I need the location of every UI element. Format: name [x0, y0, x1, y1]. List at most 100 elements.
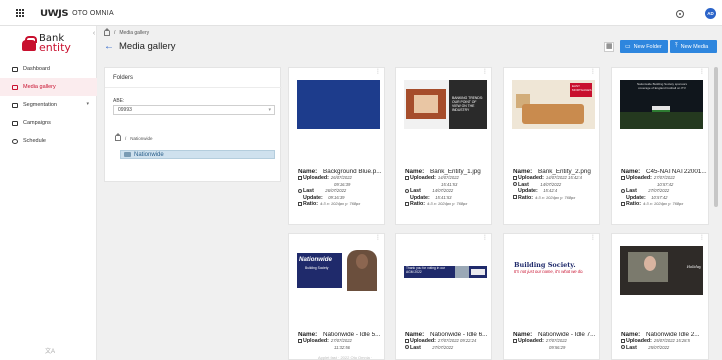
clock-icon — [298, 188, 302, 193]
calendar-icon — [405, 176, 409, 180]
more-options-icon[interactable]: ⋮ — [482, 69, 488, 75]
brand: UWJS OTO OMNIA — [40, 8, 114, 19]
breadcrumb-current: Media gallery — [119, 30, 150, 36]
clock-icon — [12, 138, 18, 144]
folders-panel: Folders ABE: 09993 ▾ / Nationwide Nation… — [104, 67, 282, 182]
clock-icon — [621, 345, 625, 350]
piggy-bank-icon — [22, 36, 37, 51]
brand-name: OTO OMNIA — [72, 10, 114, 17]
translate-icon[interactable]: 文A — [45, 346, 55, 355]
bank-entity-logo[interactable]: Bank entity — [22, 34, 82, 56]
new-media-button[interactable]: ⤒ New Media — [670, 40, 717, 53]
clock-icon — [405, 188, 409, 193]
abe-select[interactable]: 09993 ▾ — [113, 105, 275, 115]
media-meta: Name: Bank_Entity_1.jpg Uploaded: 14/07/2… — [405, 169, 481, 208]
new-folder-label: New Folder — [633, 43, 662, 50]
media-card[interactable]: ⋮ EASY MORTGAGES Name: Bank_Entity_2.png… — [503, 67, 600, 225]
sidebar-item-dashboard[interactable]: Dashboard — [0, 60, 97, 78]
back-arrow-icon[interactable]: ← — [104, 41, 114, 52]
more-options-icon[interactable]: ⋮ — [590, 69, 596, 75]
upload-icon: ⤒ — [675, 43, 678, 49]
media-card[interactable]: ⋮ Nationwide Building Society Name: Nati… — [288, 233, 385, 360]
media-thumbnail[interactable]: BANKING TRENDS: OUR POINT OF VIEW ON THE… — [404, 80, 487, 129]
dashboard-icon — [12, 66, 18, 72]
collapse-sidebar-button[interactable]: ‹ — [90, 30, 98, 38]
abe-select-value: 09993 — [118, 107, 132, 113]
more-options-icon[interactable]: ⋮ — [375, 69, 381, 75]
file-icon — [405, 201, 409, 206]
new-folder-button[interactable]: ▭ New Folder — [620, 40, 668, 53]
media-thumbnail[interactable]: Holiday — [620, 246, 703, 295]
media-card[interactable]: ⋮ Building Society. It's not just our na… — [503, 233, 600, 360]
calendar-icon — [621, 339, 625, 343]
calendar-icon — [405, 339, 409, 343]
avatar[interactable]: AD — [705, 8, 716, 19]
sidebar-item-media-gallery[interactable]: Media gallery — [0, 78, 97, 96]
media-meta: Name: C45-NATNAT22001... Uploaded: 27/07/… — [621, 169, 707, 208]
calendar-icon — [621, 176, 625, 180]
image-icon — [12, 84, 18, 90]
home-icon[interactable] — [103, 27, 110, 36]
media-card[interactable]: ⋮ Holiday Name: Nationwide Idle 2... Upl… — [611, 233, 709, 360]
more-options-icon[interactable]: ⋮ — [590, 235, 596, 241]
folder-item-nationwide[interactable]: Nationwide — [120, 150, 275, 159]
scrollbar[interactable] — [714, 67, 718, 207]
media-thumbnail[interactable] — [297, 80, 380, 129]
users-icon — [12, 102, 18, 108]
thumbnail-text: Thank you for voting in our AGM 2022 — [406, 266, 446, 274]
clock-icon — [405, 345, 409, 350]
sidebar: Bank entity ‹ Dashboard Media gallery Se… — [0, 26, 97, 360]
home-icon[interactable] — [114, 133, 121, 141]
calendar-icon — [298, 176, 302, 180]
media-thumbnail[interactable]: Nationwide Building Society — [297, 246, 380, 295]
file-icon — [513, 195, 517, 200]
sidebar-item-schedule[interactable]: Schedule — [0, 132, 97, 150]
media-card[interactable]: ⋮ Nationwide Building Society sponsors c… — [611, 67, 709, 225]
calendar-icon — [298, 339, 302, 343]
file-icon — [621, 201, 625, 206]
clock-icon — [513, 182, 517, 187]
settings-icon[interactable] — [676, 10, 684, 18]
calendar-icon — [513, 176, 517, 180]
divider — [105, 87, 282, 88]
apps-grid-icon[interactable] — [16, 9, 25, 18]
sidebar-item-segmentation[interactable]: Segmentation ▾ — [0, 96, 97, 114]
sidebar-item-label: Media gallery — [23, 84, 56, 90]
sidebar-nav: Dashboard Media gallery Segmentation ▾ C… — [0, 60, 97, 150]
sidebar-item-campaigns[interactable]: Campaigns — [0, 114, 97, 132]
folder-breadcrumb-current[interactable]: Nationwide — [130, 136, 152, 141]
more-options-icon[interactable]: ⋮ — [699, 235, 705, 241]
media-meta: Name: Background Blue.p... Uploaded: 26/0… — [298, 169, 382, 208]
media-meta: Name: Nationwide - Idle 6... Uploaded: 27… — [405, 332, 488, 351]
media-thumbnail[interactable]: Thank you for voting in our AGM 2022 — [404, 246, 487, 295]
thumbnail-text: Nationwide Building Society sponsors cov… — [636, 82, 688, 90]
chevron-down-icon: ▾ — [86, 101, 89, 107]
thumbnail-text: Holiday — [686, 265, 701, 269]
file-icon — [298, 201, 302, 206]
folder-plus-icon: ▭ — [625, 44, 631, 50]
grid-view-toggle[interactable] — [604, 42, 614, 52]
more-options-icon[interactable]: ⋮ — [699, 69, 705, 75]
more-options-icon[interactable]: ⋮ — [375, 235, 381, 241]
thumbnail-text: Building Society. — [514, 261, 576, 269]
more-options-icon[interactable]: ⋮ — [482, 235, 488, 241]
folders-title: Folders — [113, 75, 134, 81]
page-title: Media gallery — [119, 41, 176, 52]
sidebar-item-label: Segmentation — [23, 102, 57, 108]
media-thumbnail[interactable]: Building Society. It's not just our name… — [512, 246, 595, 295]
media-meta: Name: Nationwide Idle 2... Uploaded: 25/0… — [621, 332, 700, 351]
media-card[interactable]: ⋮ Thank you for voting in our AGM 2022 N… — [395, 233, 492, 360]
media-card[interactable]: ⋮ BANKING TRENDS: OUR POINT OF VIEW ON T… — [395, 67, 492, 225]
thumbnail-text: Nationwide — [299, 256, 333, 263]
top-bar: UWJS OTO OMNIA AD — [0, 0, 722, 26]
folder-item-label: Nationwide — [134, 151, 164, 158]
media-thumbnail[interactable]: EASY MORTGAGES — [512, 80, 595, 129]
media-thumbnail[interactable]: Nationwide Building Society sponsors cov… — [620, 80, 703, 129]
media-card[interactable]: ⋮ Name: Background Blue.p... Uploaded: 26… — [288, 67, 385, 225]
folder-breadcrumb: / Nationwide — [114, 133, 153, 141]
thumbnail-subtext: It's not just our name, it's what we do. — [514, 269, 584, 274]
footer-note: Applet fast · 2022 Oto Omnia · — [318, 355, 373, 360]
media-meta: Name: Bank_Entity_2.png Uploaded: 14/07/2… — [513, 169, 591, 201]
media-meta: Name: Nationwide - Idle 5... Uploaded: 27… — [298, 332, 381, 350]
brand-logo: UWJS — [40, 8, 69, 19]
